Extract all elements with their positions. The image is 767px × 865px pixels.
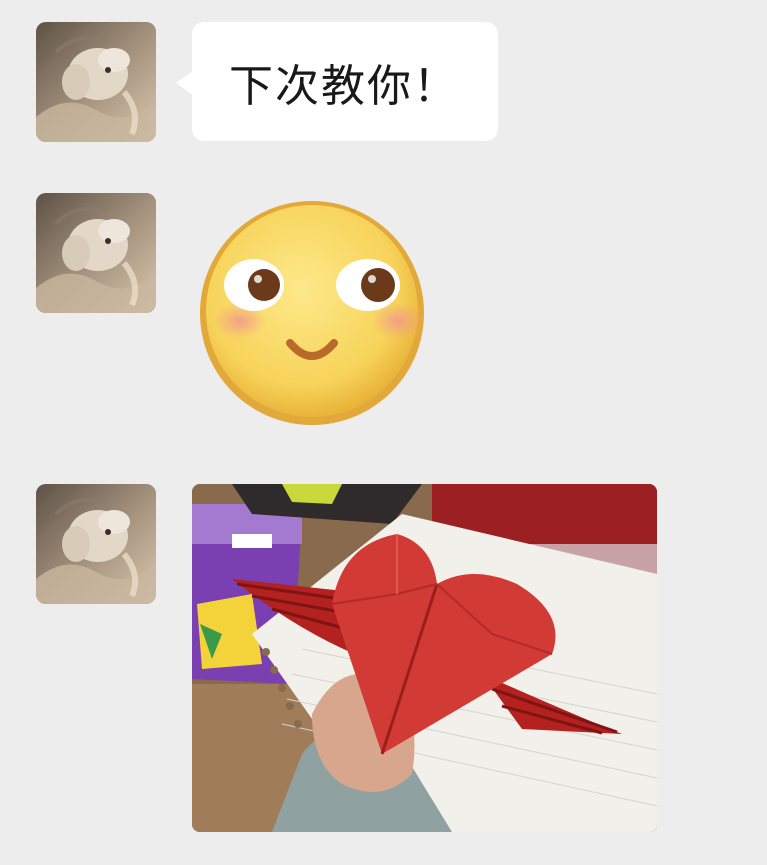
message-text: 下次教你！ <box>229 60 459 112</box>
origami-winged-heart-photo-icon <box>192 484 657 832</box>
image-message[interactable] <box>192 484 657 832</box>
plush-toy-avatar-icon <box>36 193 156 313</box>
avatar[interactable] <box>36 22 156 142</box>
chat-window: 下次教你！ <box>0 0 767 865</box>
bubble-tail <box>176 71 193 95</box>
blushing-face-emoji-icon <box>200 201 424 425</box>
avatar[interactable] <box>36 193 156 313</box>
plush-toy-avatar-icon <box>36 22 156 142</box>
avatar[interactable] <box>36 484 156 604</box>
text-message-bubble[interactable]: 下次教你！ <box>192 22 498 141</box>
sticker-message[interactable] <box>192 193 432 433</box>
plush-toy-avatar-icon <box>36 484 156 604</box>
